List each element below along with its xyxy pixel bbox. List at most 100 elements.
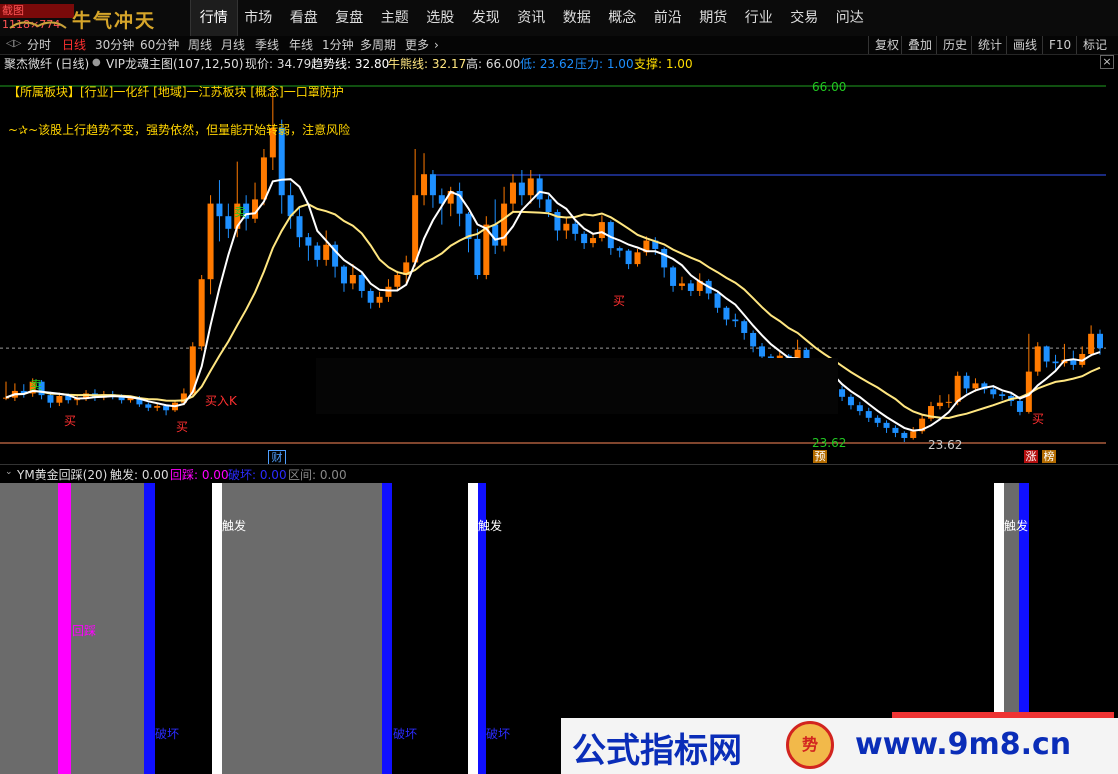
candle [456,182,463,227]
candle [883,420,890,433]
candle [919,415,926,434]
indicator-name[interactable]: VIP龙魂主图(107,12,50) [106,55,243,72]
candle [340,264,347,292]
nav-tab[interactable]: 主题 [372,0,418,36]
limit-up-tag[interactable]: 涨 [1024,450,1038,463]
period-option[interactable]: 30分钟 [95,36,134,54]
candle [509,174,516,213]
ranking-tag[interactable]: 榜 [1042,450,1056,463]
nav-tab[interactable]: 看盘 [281,0,327,36]
nav-tab[interactable]: 数据 [554,0,600,36]
candle [465,212,472,253]
collapse-icon[interactable]: ⌄ [5,467,13,477]
buy-signal: 买 [176,420,189,434]
candle [198,275,205,351]
candle [1016,397,1023,416]
sub-indicator-name[interactable]: YM黄金回踩(20) [17,466,107,483]
candle [287,182,294,229]
candle [670,265,677,292]
nav-tab[interactable]: 发现 [463,0,509,36]
nav-tab[interactable]: 概念 [600,0,646,36]
broken-label: 破坏 [486,727,511,741]
period-option[interactable]: 周线 [188,36,212,54]
period-option[interactable]: 月线 [221,36,245,54]
candle [1088,325,1095,357]
candle [847,394,854,410]
candle [11,383,18,402]
candle [581,231,588,249]
candle [634,248,641,267]
pullback-value: 回踩: 0.00 [170,468,229,482]
stock-name[interactable]: 聚杰微纤 (日线) [4,55,89,72]
period-option[interactable]: 分时 [27,36,51,54]
trigger-label: 触发 [478,519,503,533]
watermark-text: 公式指标网 [572,731,742,771]
pressure-value: 压力: 1.00 [575,57,634,71]
candle [1034,342,1041,376]
nav-tab[interactable]: 行业 [736,0,782,36]
trend-line-value: 趋势线: 32.80 [311,57,390,71]
candle [741,319,748,340]
low-marker: 23.62 [812,436,847,450]
candle [1025,333,1032,414]
candle [856,401,863,416]
candle [216,180,223,242]
period-option[interactable]: 更多 [405,36,429,54]
nav-tab[interactable]: 行情 [190,0,238,36]
finance-tag[interactable]: 财 [268,450,286,465]
forecast-tag[interactable]: 预 [813,450,827,463]
candle [678,276,685,291]
candle [687,280,694,297]
tool-button[interactable]: 历史 [936,36,967,54]
nav-tab[interactable]: 期货 [691,0,737,36]
nav-tab[interactable]: 交易 [782,0,828,36]
nav-tab[interactable]: 复盘 [327,0,373,36]
sell-signal: 卖 [234,205,247,219]
nav-tab[interactable]: 市场 [236,0,282,36]
close-icon[interactable]: × [1100,55,1114,69]
candle [705,279,712,300]
candle [332,241,339,278]
low-value: 低: 23.62 [520,57,575,71]
tool-button[interactable]: F10 [1042,36,1071,54]
tool-button[interactable]: 标记 [1076,36,1107,54]
candle [901,431,908,442]
bull-bear-value: 牛熊线: 32.17 [388,57,467,71]
period-option[interactable]: 60分钟 [140,36,179,54]
trigger-value: 触发: 0.00 [110,468,169,482]
current-price: 现价: 34.79 [245,57,312,71]
candle [1043,345,1050,368]
broken-label: 破坏 [155,727,180,741]
buy-signal: 买 [1032,412,1045,426]
period-option[interactable]: 1分钟 [322,36,354,54]
tool-button[interactable]: 叠加 [901,36,932,54]
candle [367,288,374,309]
candle [598,215,605,242]
candle [865,407,872,423]
candle [616,246,623,258]
tool-button[interactable]: 复权 [868,36,899,54]
range-band [0,483,58,774]
period-option[interactable]: 日线 [62,36,86,54]
dropdown-icon[interactable]: ● [92,57,101,68]
period-option[interactable]: 季线 [255,36,279,54]
candle [750,330,757,353]
nav-tab[interactable]: 选股 [418,0,464,36]
nav-tab[interactable]: 前沿 [645,0,691,36]
trigger-label: 触发 [1004,519,1029,533]
period-option[interactable]: 年线 [289,36,313,54]
sell-signal: 卖 [30,378,43,392]
tool-button[interactable]: 统计 [971,36,1002,54]
tool-button[interactable]: 画线 [1006,36,1037,54]
candle [483,216,490,280]
nav-tab[interactable]: 问达 [827,0,873,36]
trigger-bar [468,483,478,774]
stock-comment: ~✰~该股上行趋势不变，强势依然，但量能开始转弱，注意风险 [8,123,351,137]
collapse-icon[interactable]: ◁▷ [6,38,21,49]
chevron-right-icon[interactable]: › [434,36,439,54]
period-option[interactable]: 多周期 [360,36,396,54]
candle [696,273,703,297]
nav-tab[interactable]: 资讯 [509,0,555,36]
high-marker: 66.00 [812,80,847,94]
candle [732,313,739,328]
